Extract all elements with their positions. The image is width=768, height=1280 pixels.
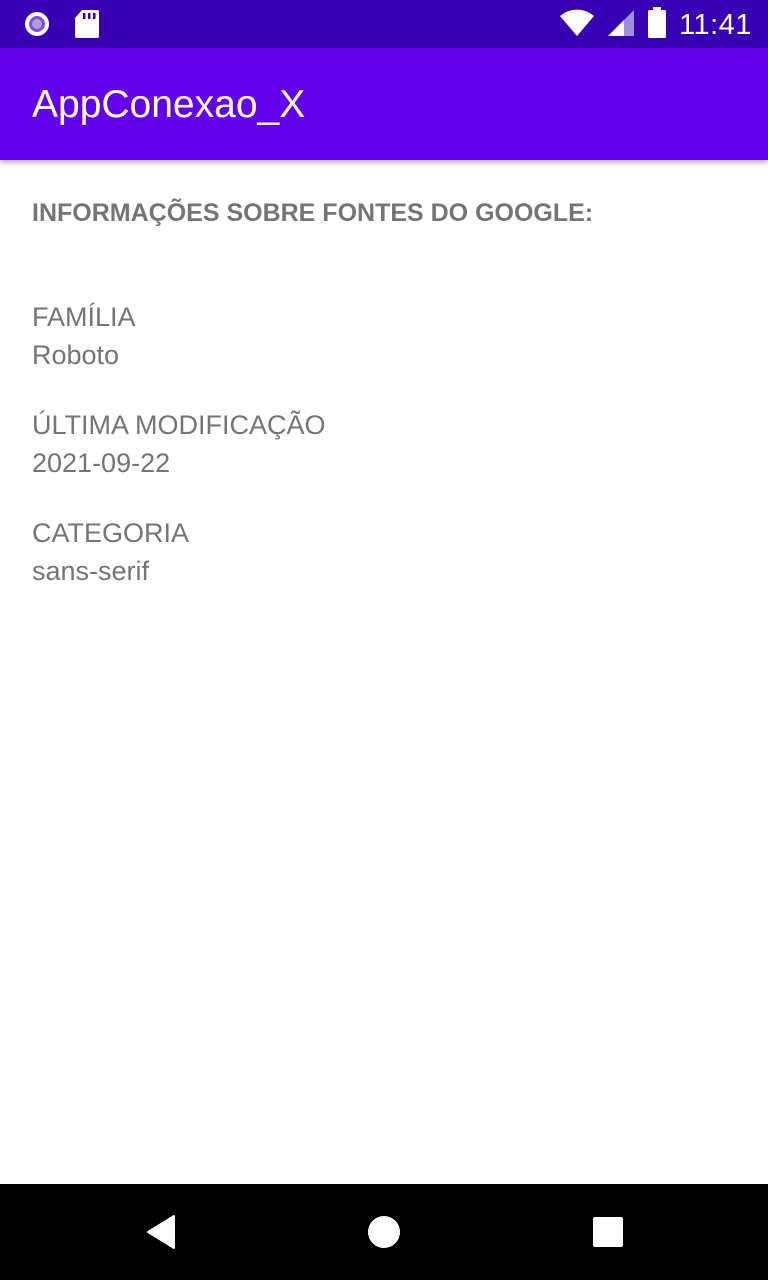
status-time: 11:41: [679, 9, 752, 41]
app-bar: AppConexao_X: [0, 48, 768, 160]
last-modified-value: 2021-09-22: [32, 448, 171, 478]
app-title: AppConexao_X: [32, 83, 306, 126]
status-bar: 11:41: [0, 0, 768, 48]
family-value: Roboto: [32, 340, 120, 370]
battery-icon: [647, 7, 667, 44]
sd-card-icon: [74, 9, 100, 44]
status-right-icons: 11:41: [559, 7, 752, 44]
screen: 11:41 AppConexao_X INFORMAÇÕES SOBRE FON…: [0, 0, 768, 1280]
navigation-bar: [0, 1184, 768, 1280]
category-value: sans-serif: [32, 556, 150, 586]
back-button[interactable]: [136, 1208, 184, 1256]
recents-icon: [593, 1217, 623, 1247]
category-label: CATEGORIA: [32, 518, 190, 548]
wifi-icon: [559, 9, 595, 42]
last-modified-label: ÚLTIMA MODIFICAÇÃO: [32, 410, 326, 440]
back-icon: [147, 1215, 175, 1249]
page-heading: INFORMAÇÕES SOBRE FONTES DO GOOGLE:: [32, 199, 594, 227]
home-icon: [368, 1216, 400, 1248]
cell-signal-icon: [607, 9, 635, 42]
family-label: FAMÍLIA: [32, 302, 136, 332]
home-button[interactable]: [360, 1208, 408, 1256]
circle-notification-icon: [22, 9, 52, 44]
status-left-icons: [22, 9, 100, 44]
recents-button[interactable]: [584, 1208, 632, 1256]
